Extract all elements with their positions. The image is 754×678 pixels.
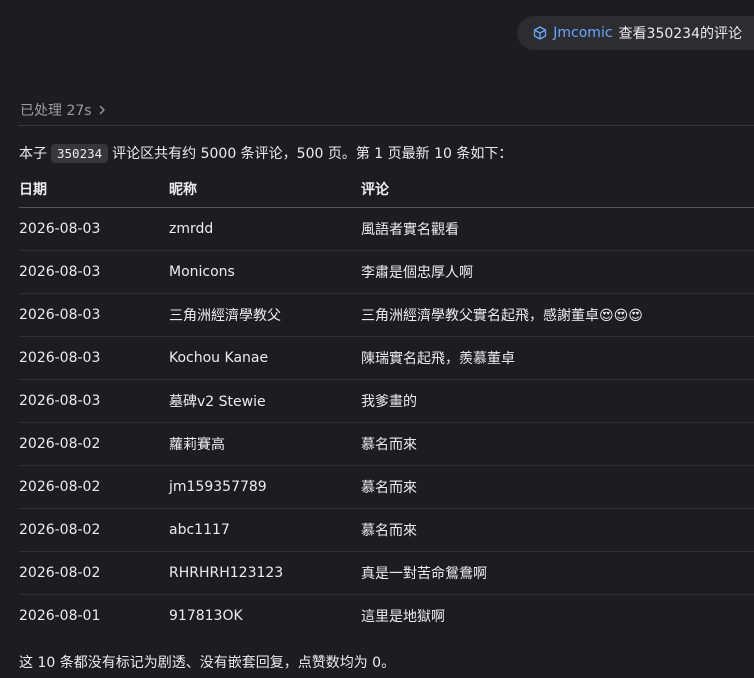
cell-comment: 我爹畫的 (361, 379, 754, 423)
header-comment: 评论 (361, 170, 754, 208)
cell-comment: 三角洲經濟學教父實名起飛，感謝董卓😍😍😍 (361, 293, 754, 337)
table-row: 2026-08-03 墓碑v2 Stewie 我爹畫的 (19, 379, 754, 423)
table-row: 2026-08-03 三角洲經濟學教父 三角洲經濟學教父實名起飛，感謝董卓😍😍😍 (19, 293, 754, 337)
cell-nickname: abc1117 (169, 508, 361, 552)
cell-comment: 陳瑞實名起飛，羨慕董卓 (361, 336, 754, 380)
processed-toggle[interactable]: 已处理 27s (20, 100, 108, 120)
table-row: 2026-08-02 jm159357789 慕名而來 (19, 465, 754, 509)
table-row: 2026-08-02 abc1117 慕名而來 (19, 508, 754, 552)
table-row: 2026-08-01 917813OK 這里是地獄啊 (19, 595, 754, 638)
cube-icon (533, 26, 547, 40)
cell-date: 2026-08-02 (19, 422, 169, 466)
cell-comment: 慕名而來 (361, 508, 754, 552)
cell-nickname: 917813OK (169, 608, 243, 624)
cell-comment: 慕名而來 (361, 422, 754, 466)
table-header-row: 日期 昵称 评论 (19, 170, 754, 208)
cell-date: 2026-08-03 (19, 379, 169, 423)
divider (18, 125, 754, 126)
cell-nickname: 三角洲經濟學教父 (169, 293, 361, 337)
cell-date: 2026-08-02 (19, 465, 169, 509)
intro-paragraph: 本子 350234 评论区共有约 5000 条评论，500 页。第 1 页最新 10… (19, 143, 512, 163)
cell-comment: 李肅是個忠厚人啊 (361, 250, 754, 294)
chevron-right-icon (96, 104, 108, 116)
cell-date: 2026-08-02 (19, 551, 169, 595)
cell-nickname: 蘿莉賽高 (169, 422, 361, 466)
cell-comment: 真是一對苦命鴛鴦啊 (361, 551, 754, 595)
cell-nickname: jm159357789 (169, 465, 361, 509)
footer-note: 这 10 条都没有标记为剧透、没有嵌套回复，点赞数均为 0。 (19, 655, 396, 671)
album-id-code: 350234 (51, 144, 109, 163)
table-row: 2026-08-03 Kochou Kanae 陳瑞實名起飛，羨慕董卓 (19, 336, 754, 380)
user-message-text: 查看350234的评论 (618, 26, 742, 42)
table-row: 2026-08-03 Monicons 李肅是個忠厚人啊 (19, 250, 754, 294)
chat-page: Jmcomic 查看350234的评论 已处理 27s 本子 350234 评论区共… (0, 0, 754, 678)
table-row: 2026-08-02 蘿莉賽高 慕名而來 (19, 422, 754, 466)
cell-nickname: Kochou Kanae (169, 336, 361, 380)
user-message-bubble: Jmcomic 查看350234的评论 (517, 16, 754, 50)
cell-date: 2026-08-03 (19, 293, 169, 337)
cell-date: 2026-08-02 (19, 508, 169, 552)
cell-comment: 這里是地獄啊 (361, 609, 445, 625)
cell-date: 2026-08-03 (19, 336, 169, 380)
intro-prefix: 本子 (19, 146, 47, 162)
intro-suffix: 评论区共有约 5000 条评论，500 页。第 1 页最新 10 条如下： (112, 146, 513, 162)
cell-date: 2026-08-01 (19, 608, 101, 624)
processed-label: 已处理 27s (20, 103, 92, 119)
cell-date: 2026-08-03 (19, 250, 169, 294)
table-row: 2026-08-03 zmrdd 風語者實名觀看 (19, 207, 754, 251)
tool-name-label[interactable]: Jmcomic (553, 25, 612, 41)
header-nickname: 昵称 (169, 170, 361, 208)
comments-table: 日期 昵称 评论 2026-08-03 zmrdd 風語者實名觀看 2026-0… (19, 170, 754, 637)
table-row: 2026-08-02 RHRHRH123123 真是一對苦命鴛鴦啊 (19, 551, 754, 595)
cell-nickname: zmrdd (169, 207, 361, 251)
cell-nickname: RHRHRH123123 (169, 551, 361, 595)
cell-nickname: 墓碑v2 Stewie (169, 379, 361, 423)
cell-comment: 風語者實名觀看 (361, 207, 754, 251)
cell-date: 2026-08-03 (19, 207, 169, 251)
header-date: 日期 (19, 170, 169, 208)
cell-nickname: Monicons (169, 250, 361, 294)
cell-comment: 慕名而來 (361, 465, 754, 509)
